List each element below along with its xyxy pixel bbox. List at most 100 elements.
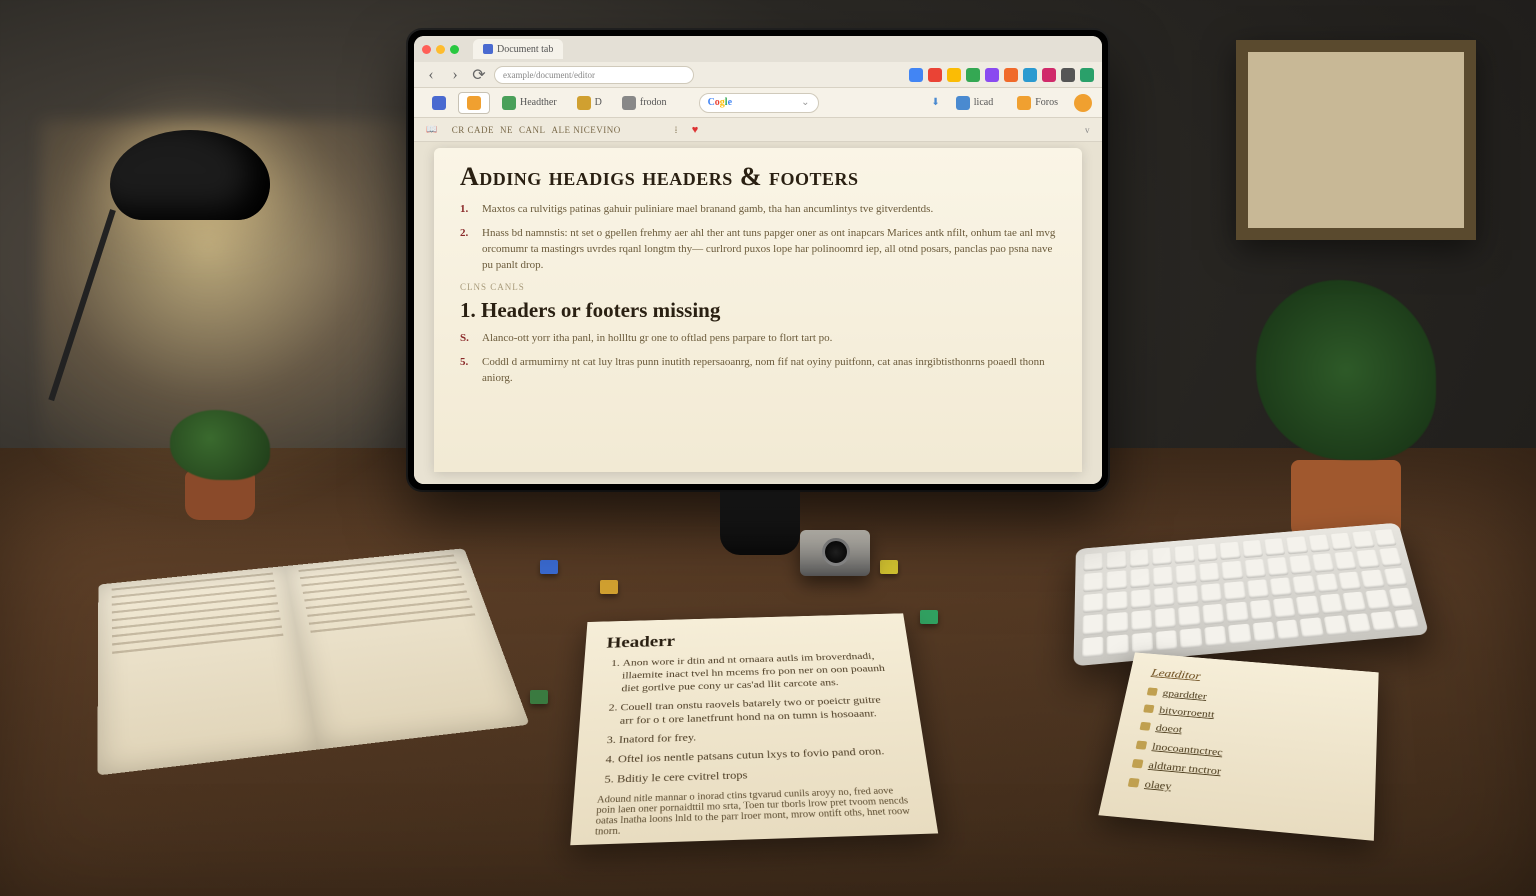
bookmark-item[interactable] — [424, 92, 454, 114]
keyboard-key[interactable] — [1204, 625, 1227, 647]
keyboard-key[interactable] — [1219, 542, 1241, 561]
keyboard-key[interactable] — [1394, 609, 1420, 630]
keyboard-key[interactable] — [1292, 575, 1315, 595]
keyboard-key[interactable] — [1361, 569, 1385, 589]
keyboard-key[interactable] — [1244, 559, 1266, 578]
keyboard-key[interactable] — [1152, 547, 1173, 566]
keyboard-key[interactable] — [1156, 630, 1178, 652]
keyboard-key[interactable] — [1342, 592, 1366, 612]
keyboard-key[interactable] — [1272, 598, 1296, 619]
bookmark-item[interactable]: frodon — [614, 92, 675, 114]
keyboard-key[interactable] — [1276, 619, 1300, 640]
keyboard-key[interactable] — [1082, 614, 1103, 635]
keyboard-key[interactable] — [1241, 540, 1263, 559]
toolbar-group-label[interactable]: NE — [500, 125, 513, 135]
keyboard-key[interactable] — [1347, 613, 1372, 634]
keyboard-key[interactable] — [1226, 602, 1249, 623]
bookmark-item[interactable]: D — [569, 92, 610, 114]
back-button[interactable]: ‹ — [422, 66, 440, 84]
keyboard-key[interactable] — [1202, 604, 1225, 625]
keyboard-key[interactable] — [1352, 531, 1375, 549]
extension-icon[interactable] — [966, 68, 980, 82]
keyboard-key[interactable] — [1180, 628, 1203, 650]
keyboard-key[interactable] — [1107, 612, 1128, 633]
extension-icon[interactable] — [1061, 68, 1075, 82]
keyboard-key[interactable] — [1106, 551, 1126, 570]
document-page[interactable]: Adding headigs headers & footers 1.Maxto… — [434, 148, 1082, 472]
keyboard-key[interactable] — [1334, 552, 1357, 571]
keyboard-key[interactable] — [1198, 563, 1220, 582]
keyboard-key[interactable] — [1311, 554, 1334, 573]
keyboard-key[interactable] — [1269, 577, 1292, 597]
forward-button[interactable]: › — [446, 66, 464, 84]
keyboard-key[interactable] — [1319, 594, 1343, 614]
keyboard-key[interactable] — [1083, 553, 1103, 572]
keyboard-key[interactable] — [1107, 591, 1128, 611]
close-icon[interactable] — [422, 45, 431, 54]
bookmark-item[interactable]: licad — [948, 93, 1001, 113]
keyboard-key[interactable] — [1246, 579, 1269, 599]
keyboard-key[interactable] — [1228, 623, 1251, 645]
keyboard-key[interactable] — [1178, 606, 1200, 627]
keyboard-key[interactable] — [1373, 529, 1396, 547]
keyboard-key[interactable] — [1221, 561, 1243, 580]
toolbar-group-label[interactable]: ALE NICEVINO — [551, 125, 620, 135]
keyboard-key[interactable] — [1154, 608, 1176, 629]
reload-button[interactable]: ⟳ — [470, 66, 488, 84]
keyboard-key[interactable] — [1107, 634, 1129, 656]
keyboard-key[interactable] — [1323, 615, 1348, 636]
toolbar-group-label[interactable]: CR CADE — [452, 125, 494, 135]
extension-icon[interactable] — [947, 68, 961, 82]
keyboard-key[interactable] — [1083, 593, 1104, 613]
extension-icon[interactable] — [928, 68, 942, 82]
keyboard-key[interactable] — [1175, 565, 1196, 584]
avatar[interactable] — [1074, 94, 1092, 112]
keyboard-key[interactable] — [1106, 571, 1127, 591]
search-box[interactable]: Cogle ⌄ — [699, 93, 819, 113]
keyboard-key[interactable] — [1289, 555, 1312, 574]
extension-icon[interactable] — [1080, 68, 1094, 82]
keyboard-key[interactable] — [1266, 557, 1289, 576]
keyboard-key[interactable] — [1296, 596, 1320, 617]
keyboard-key[interactable] — [1131, 632, 1153, 654]
keyboard-key[interactable] — [1299, 617, 1323, 638]
extension-icon[interactable] — [1004, 68, 1018, 82]
extension-icon[interactable] — [1042, 68, 1056, 82]
keyboard-key[interactable] — [1174, 545, 1195, 564]
bookmark-item[interactable]: Headther — [494, 92, 565, 114]
keyboard-key[interactable] — [1177, 585, 1199, 605]
keyboard-key[interactable] — [1330, 533, 1353, 551]
keyboard-key[interactable] — [1082, 636, 1104, 658]
extension-icon[interactable] — [985, 68, 999, 82]
extension-icon[interactable] — [1023, 68, 1037, 82]
keyboard-key[interactable] — [1252, 621, 1276, 642]
browser-tab[interactable]: Document tab — [473, 39, 563, 59]
keyboard-key[interactable] — [1286, 536, 1308, 554]
keyboard-key[interactable] — [1383, 567, 1407, 587]
favorite-icon[interactable]: ♥ — [692, 124, 699, 136]
toolbar-group-label[interactable]: CANL — [519, 125, 546, 135]
extension-icon[interactable] — [909, 68, 923, 82]
keyboard-key[interactable] — [1130, 589, 1151, 609]
keyboard-key[interactable] — [1388, 588, 1413, 608]
keyboard-key[interactable] — [1153, 587, 1175, 607]
keyboard-key[interactable] — [1129, 549, 1149, 568]
keyboard-key[interactable] — [1370, 611, 1395, 632]
keyboard-key[interactable] — [1308, 534, 1331, 552]
toolbar-book-icon[interactable]: 📖 — [426, 124, 438, 135]
keyboard-key[interactable] — [1083, 573, 1103, 593]
keyboard-key[interactable] — [1365, 590, 1390, 610]
keyboard-key[interactable] — [1131, 610, 1153, 631]
keyboard-key[interactable] — [1263, 538, 1285, 557]
minimize-icon[interactable] — [436, 45, 445, 54]
keyboard-key[interactable] — [1197, 544, 1218, 563]
download-icon[interactable]: ⬇ — [931, 97, 939, 108]
keyboard-key[interactable] — [1338, 571, 1362, 591]
keyboard-key[interactable] — [1153, 567, 1174, 587]
keyboard-key[interactable] — [1356, 550, 1380, 569]
bookmark-item[interactable] — [458, 92, 490, 114]
keyboard-key[interactable] — [1315, 573, 1339, 593]
keyboard-key[interactable] — [1378, 548, 1402, 567]
keyboard-key[interactable] — [1223, 581, 1245, 601]
maximize-icon[interactable] — [450, 45, 459, 54]
